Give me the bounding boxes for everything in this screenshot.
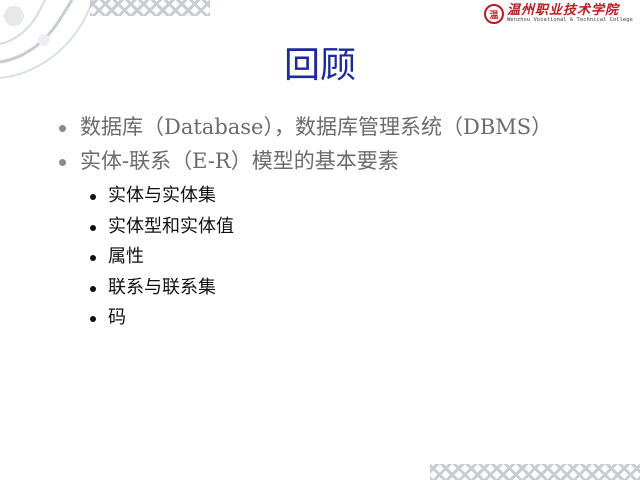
sub-bullet-list: 实体与实体集 实体型和实体值 属性 联系与联系集 码 bbox=[88, 183, 234, 336]
sub-bullet-item: 码 bbox=[88, 305, 234, 336]
college-logo: 温 温州职业技术学院 Wenzhou Vocational & Technica… bbox=[484, 2, 636, 26]
sub-bullet-item: 实体与实体集 bbox=[88, 183, 234, 214]
college-name-en: Wenzhou Vocational & Technical College bbox=[507, 17, 633, 24]
sub-bullet-item: 联系与联系集 bbox=[88, 275, 234, 306]
checker-pattern-bottom bbox=[430, 464, 640, 480]
slide: 温 温州职业技术学院 Wenzhou Vocational & Technica… bbox=[0, 0, 640, 480]
college-seal-icon: 温 bbox=[484, 4, 504, 24]
bullet-item: 实体-联系（E-R）模型的基本要素 bbox=[56, 146, 552, 180]
bullet-item: 数据库（Database），数据库管理系统（DBMS） bbox=[56, 112, 552, 146]
checker-pattern-top bbox=[90, 0, 210, 16]
bullet-list: 数据库（Database），数据库管理系统（DBMS） 实体-联系（E-R）模型… bbox=[56, 112, 552, 180]
college-name-cn: 温州职业技术学院 bbox=[507, 3, 620, 19]
sub-bullet-item: 实体型和实体值 bbox=[88, 214, 234, 245]
slide-title: 回顾 bbox=[283, 45, 356, 86]
sub-bullet-item: 属性 bbox=[88, 244, 234, 275]
